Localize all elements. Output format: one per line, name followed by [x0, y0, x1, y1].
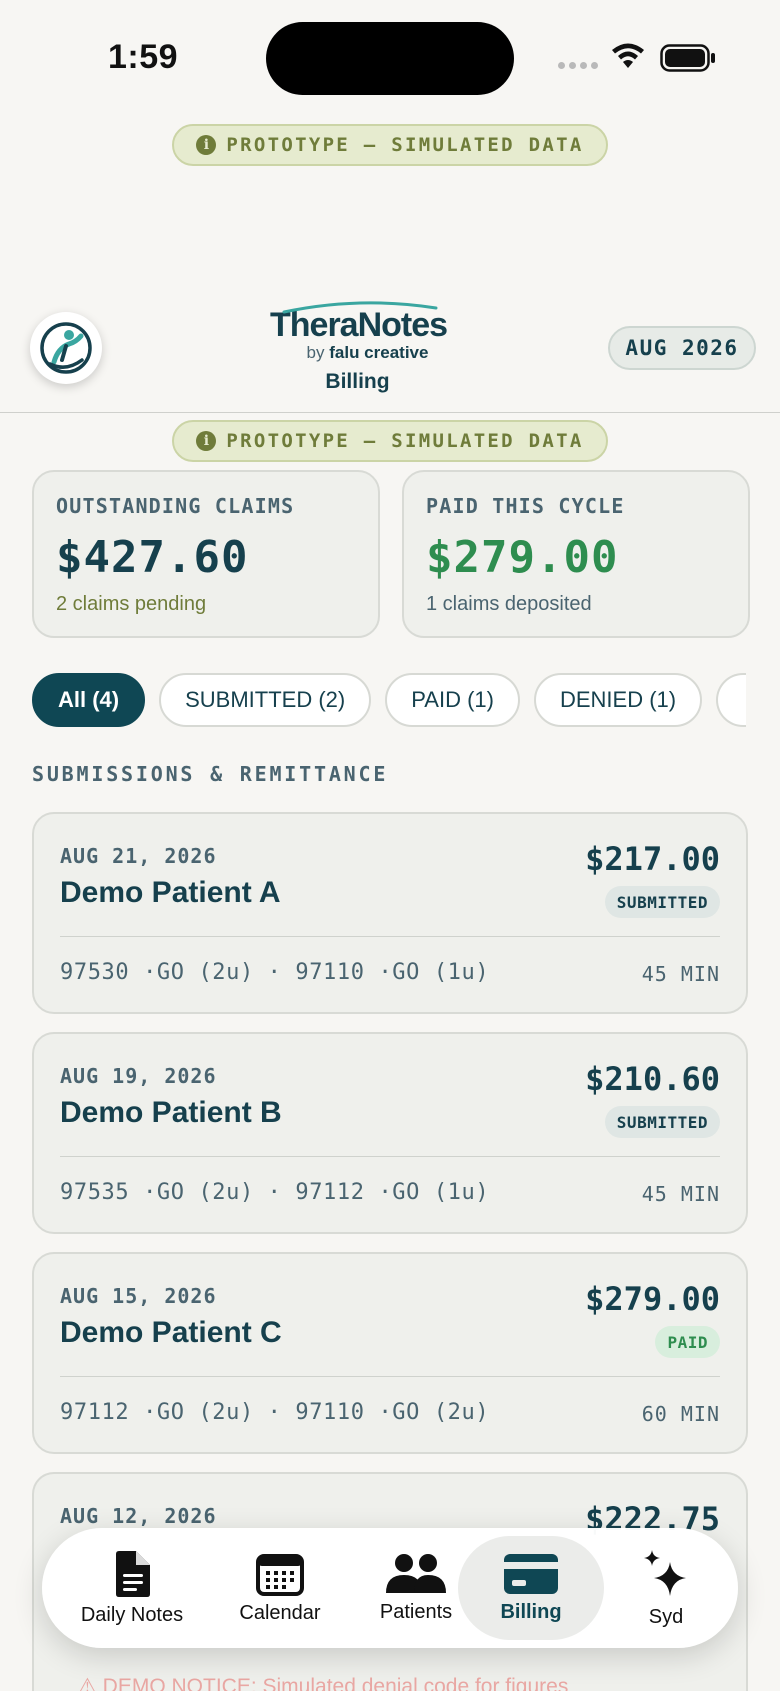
- claim-amount: $210.60: [585, 1060, 720, 1098]
- nav-label: Billing: [500, 1600, 562, 1623]
- prototype-banner-text: PROTOTYPE — SIMULATED DATA: [226, 430, 584, 452]
- claim-minutes: 45 MIN: [641, 962, 720, 986]
- filter-denied[interactable]: DENIED (1): [533, 673, 703, 727]
- status-bar: 1:59: [0, 0, 780, 118]
- claim-amount: $217.00: [585, 840, 720, 878]
- claim-card[interactable]: AUG 21, 2026 Demo Patient A $217.00 SUBM…: [32, 812, 748, 1014]
- claim-date: AUG 15, 2026: [60, 1284, 217, 1308]
- nav-label: Calendar: [239, 1601, 321, 1624]
- nav-label: Patients: [379, 1600, 453, 1623]
- claim-patient: Demo Patient B: [60, 1096, 282, 1129]
- patients-icon: [386, 1553, 446, 1593]
- claim-codes: 97530 ·GO (2u) · 97110 ·GO (1u): [60, 960, 490, 985]
- dynamic-island: [266, 22, 514, 95]
- month-selector[interactable]: AUG 2026: [608, 326, 756, 370]
- claim-minutes: 45 MIN: [641, 1182, 720, 1206]
- filter-all[interactable]: All (4): [32, 673, 146, 727]
- claim-date: AUG 21, 2026: [60, 844, 217, 868]
- outstanding-claims-card: OUTSTANDING CLAIMS $427.60 2 claims pend…: [32, 470, 380, 638]
- prototype-banner-text: PROTOTYPE — SIMULATED DATA: [226, 134, 584, 156]
- info-icon: i: [196, 431, 217, 451]
- claim-minutes: 60 MIN: [641, 1402, 720, 1426]
- brand-arc-icon: [282, 301, 438, 314]
- claim-codes: 97112 ·GO (2u) · 97110 ·GO (2u): [60, 1400, 490, 1425]
- wifi-icon: [612, 43, 644, 68]
- brand-logo: TheraNotes by falu creative: [270, 300, 448, 362]
- info-icon: i: [196, 135, 217, 155]
- claim-codes: 97535 ·GO (2u) · 97112 ·GO (1u): [60, 1180, 490, 1205]
- credit-card-icon: [504, 1553, 558, 1594]
- filter-paid[interactable]: PAID (1): [385, 673, 520, 727]
- filter-submitted[interactable]: SUBMITTED (2): [159, 673, 372, 727]
- prototype-banner-inline: i PROTOTYPE — SIMULATED DATA: [172, 420, 608, 462]
- claim-card[interactable]: AUG 15, 2026 Demo Patient C $279.00 PAID…: [32, 1252, 748, 1454]
- status-badge: SUBMITTED: [604, 1106, 720, 1138]
- claim-patient: Demo Patient C: [60, 1316, 282, 1349]
- demo-notice: ⚠ DEMO NOTICE: Simulated denial code for…: [78, 1675, 569, 1691]
- status-time: 1:59: [108, 38, 179, 76]
- avatar[interactable]: [30, 312, 102, 384]
- stat-label: PAID THIS CYCLE: [426, 494, 625, 518]
- divider: [60, 1376, 720, 1377]
- stat-sub: 1 claims deposited: [426, 593, 592, 615]
- calendar-icon: [256, 1553, 304, 1596]
- claim-card[interactable]: AUG 19, 2026 Demo Patient B $210.60 SUBM…: [32, 1032, 748, 1234]
- stat-sub: 2 claims pending: [56, 593, 207, 615]
- stat-value: $427.60: [56, 532, 249, 583]
- nav-syd[interactable]: Syd: [616, 1536, 716, 1640]
- filter-chips: All (4) SUBMITTED (2) PAID (1) DENIED (1…: [32, 673, 747, 727]
- cellular-signal-icon: [558, 62, 598, 69]
- nav-calendar[interactable]: Calendar: [214, 1536, 346, 1640]
- nav-billing[interactable]: Billing: [458, 1536, 604, 1640]
- divider: [60, 1156, 720, 1157]
- prototype-banner-top: i PROTOTYPE — SIMULATED DATA: [172, 124, 608, 166]
- battery-icon: [660, 44, 715, 72]
- nav-daily-notes[interactable]: Daily Notes: [62, 1536, 202, 1640]
- section-title: SUBMISSIONS & REMITTANCE: [32, 762, 389, 786]
- stat-value: $279.00: [426, 532, 619, 583]
- divider: [60, 936, 720, 937]
- status-badge: SUBMITTED: [604, 886, 720, 918]
- stat-label: OUTSTANDING CLAIMS: [56, 494, 295, 518]
- claim-date: AUG 12, 2026: [60, 1504, 217, 1528]
- nav-label: Daily Notes: [80, 1603, 184, 1626]
- nav-label: Syd: [648, 1605, 684, 1628]
- claim-amount: $279.00: [585, 1280, 720, 1318]
- brand-figure-icon: [40, 322, 92, 374]
- document-icon: [116, 1550, 150, 1597]
- brand-by-prefix: by: [306, 343, 325, 362]
- brand-byline: by falu creative: [290, 344, 445, 362]
- status-badge: PAID: [655, 1326, 720, 1358]
- filter-more[interactable]: [716, 673, 747, 727]
- page-title: Billing: [325, 370, 390, 393]
- bottom-nav: Daily Notes Calendar Patients Billing Sy…: [42, 1528, 738, 1648]
- paid-this-cycle-card: PAID THIS CYCLE $279.00 1 claims deposit…: [402, 470, 750, 638]
- claim-date: AUG 19, 2026: [60, 1064, 217, 1088]
- sparkles-icon: [644, 1549, 686, 1596]
- brand-by-name: falu creative: [329, 343, 429, 362]
- app-header: TheraNotes by falu creative Billing AUG …: [0, 290, 780, 413]
- claim-patient: Demo Patient A: [60, 876, 281, 909]
